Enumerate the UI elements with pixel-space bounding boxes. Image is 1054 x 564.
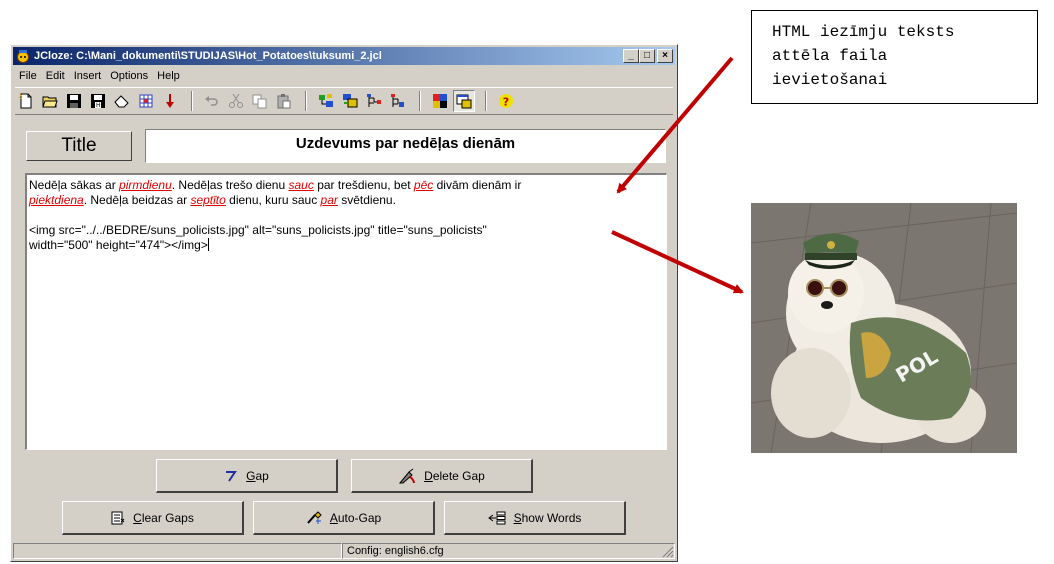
dog-police-photo: POL [751, 203, 1017, 453]
callout-arrow [616, 56, 734, 194]
image-arrow [611, 230, 744, 294]
